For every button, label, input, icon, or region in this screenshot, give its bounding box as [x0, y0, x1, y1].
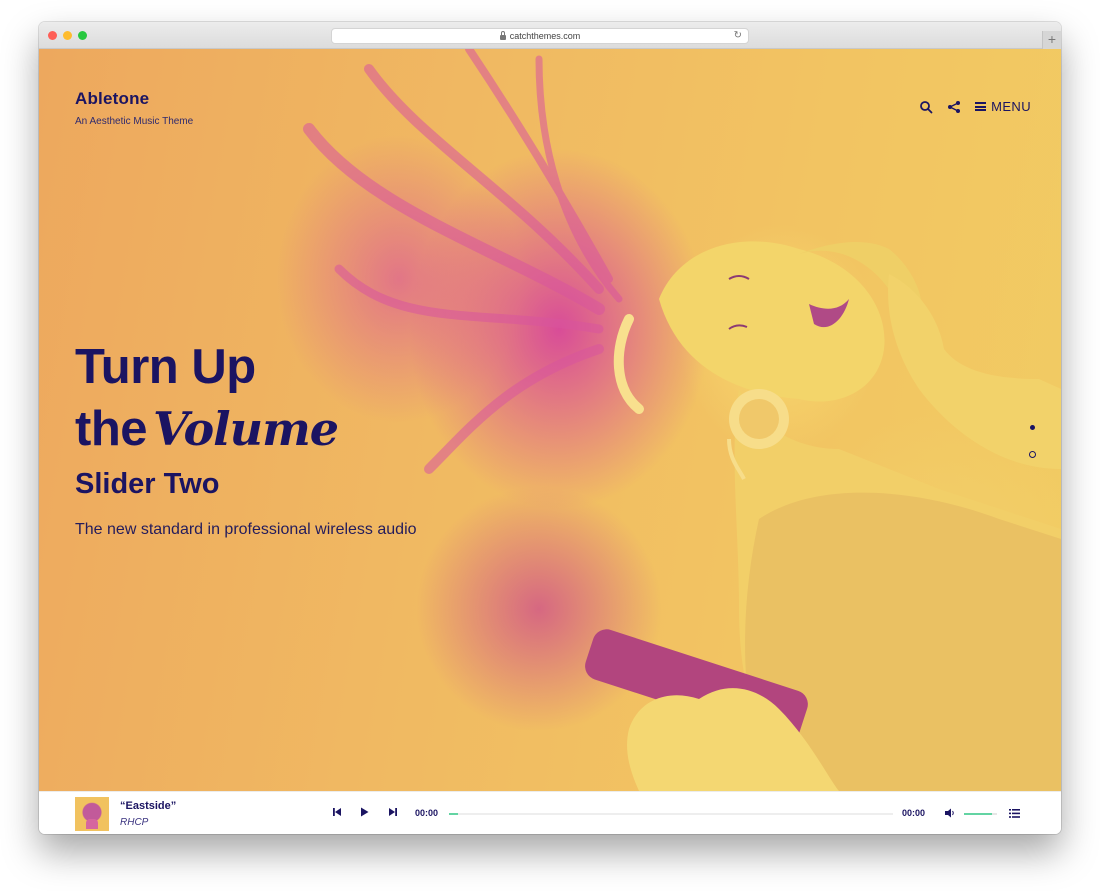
slide-subtitle: Slider Two: [75, 468, 220, 500]
progress-bar-fill: [449, 813, 458, 815]
browser-window: catchthemes.com ↻ + Abletone An Aestheti…: [39, 22, 1061, 834]
new-tab-button[interactable]: +: [1042, 31, 1061, 49]
menu-label: MENU: [991, 99, 1031, 114]
menu-button[interactable]: MENU: [975, 99, 1031, 114]
hamburger-icon: [975, 102, 987, 111]
headline-script-word: Volume: [153, 402, 339, 456]
album-cover: [75, 797, 109, 831]
headline-line-1: Turn Up: [75, 340, 256, 394]
zoom-window-button[interactable]: [78, 31, 87, 40]
volume-icon[interactable]: [945, 808, 956, 818]
hero-slider: Abletone An Aesthetic Music Theme MENU T…: [39, 49, 1061, 791]
previous-track-icon[interactable]: [333, 807, 341, 817]
track-title: “Eastside”: [120, 800, 177, 812]
minimize-window-button[interactable]: [63, 31, 72, 40]
next-track-icon[interactable]: [389, 807, 397, 817]
site-tagline: An Aesthetic Music Theme: [75, 116, 194, 127]
browser-titlebar: catchthemes.com ↻ +: [39, 22, 1061, 49]
playlist-icon[interactable]: [1009, 809, 1020, 818]
address-bar[interactable]: catchthemes.com ↻: [331, 28, 749, 44]
current-time: 00:00: [415, 808, 439, 818]
share-icon[interactable]: [947, 100, 961, 114]
reload-icon[interactable]: ↻: [734, 31, 742, 41]
headline-line-2: the Volume: [75, 398, 417, 460]
progress-bar[interactable]: [449, 813, 893, 815]
slider-dot-2[interactable]: [1029, 451, 1036, 458]
slider-pagination: [1029, 425, 1036, 479]
lock-icon: [499, 30, 506, 40]
headline-word: the: [75, 402, 148, 456]
volume-slider[interactable]: [964, 813, 997, 815]
track-artist: RHCP: [120, 817, 149, 828]
slide-caption: Turn Up the Volume Slider Two The new sta…: [75, 336, 417, 539]
site-title[interactable]: Abletone: [75, 89, 193, 109]
play-icon[interactable]: [360, 807, 369, 817]
slide-description: The new standard in professional wireles…: [75, 521, 417, 538]
audio-player-bar: “Eastside” RHCP 00:00 00:00: [39, 791, 1061, 834]
header-tools: MENU: [919, 99, 1031, 114]
address-bar-url: catchthemes.com: [509, 31, 581, 41]
search-icon[interactable]: [919, 100, 933, 114]
volume-slider-fill: [964, 813, 993, 815]
close-window-button[interactable]: [48, 31, 57, 40]
site-branding: Abletone An Aesthetic Music Theme: [75, 89, 193, 127]
slider-dot-1[interactable]: [1030, 425, 1035, 430]
duration: 00:00: [902, 808, 926, 818]
slide-headline: Turn Up the Volume: [75, 336, 417, 460]
